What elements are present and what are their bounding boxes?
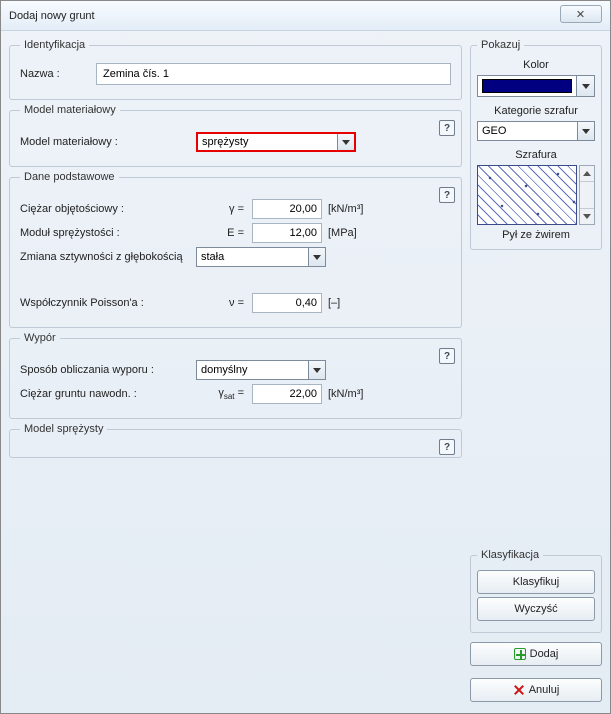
help-icon[interactable]: ? <box>439 120 455 136</box>
basic-data-group: Dane podstawowe ? Ciężar objętościowy : … <box>9 171 462 328</box>
stiffness-change-combo[interactable]: stała <box>196 247 326 267</box>
cancel-button[interactable]: Anuluj <box>470 678 602 702</box>
help-icon[interactable]: ? <box>439 348 455 364</box>
hatch-category-label: Kategorie szrafur <box>477 105 595 117</box>
basic-data-legend: Dane podstawowe <box>20 171 119 183</box>
identification-legend: Identyfikacja <box>20 39 89 51</box>
material-model-combo[interactable]: sprężysty <box>196 132 356 152</box>
sat-weight-input[interactable] <box>252 384 322 404</box>
hatch-preview[interactable] <box>477 165 577 225</box>
content-area: Identyfikacja Nazwa : Model materiałowy … <box>1 31 610 713</box>
stiffness-change-label: Zmiana sztywności z głębokością <box>20 251 190 263</box>
sat-weight-unit: [kN/m³] <box>328 388 378 400</box>
poisson-unit: [–] <box>328 297 378 309</box>
emod-input[interactable] <box>252 223 322 243</box>
unit-weight-unit: [kN/m³] <box>328 203 378 215</box>
poisson-label: Współczynnik Poisson'a : <box>20 297 190 309</box>
color-swatch <box>482 79 572 93</box>
color-combo[interactable] <box>477 75 595 97</box>
add-button[interactable]: Dodaj <box>470 642 602 666</box>
hatch-label: Szrafura <box>477 149 595 161</box>
unit-weight-input[interactable] <box>252 199 322 219</box>
classification-legend: Klasyfikacja <box>477 549 543 561</box>
uplift-group: Wypór ? Sposób obliczania wyporu : domyś… <box>9 332 462 419</box>
hatch-category-combo[interactable]: GEO <box>477 121 595 141</box>
left-panel: Identyfikacja Nazwa : Model materiałowy … <box>9 39 462 705</box>
material-model-value: sprężysty <box>198 136 354 148</box>
close-button[interactable]: ✕ <box>560 5 602 23</box>
uplift-calc-combo[interactable]: domyślny <box>196 360 326 380</box>
uplift-calc-label: Sposób obliczania wyporu : <box>20 364 190 376</box>
window-title: Dodaj nowy grunt <box>9 10 95 22</box>
classification-group: Klasyfikacja Klasyfikuj Wyczyść <box>470 549 602 633</box>
identification-group: Identyfikacja Nazwa : <box>9 39 462 100</box>
chevron-down-icon <box>577 122 594 140</box>
titlebar: Dodaj nowy grunt ✕ <box>1 1 610 31</box>
unit-weight-symbol: γ = <box>196 203 246 215</box>
sat-weight-label: Ciężar gruntu nawodn. : <box>20 388 190 400</box>
right-panel: Pokazuj Kolor Kategorie szrafur GEO Szra… <box>470 39 602 705</box>
help-icon[interactable]: ? <box>439 439 455 455</box>
color-label: Kolor <box>477 59 595 71</box>
hatch-name: Pył ze żwirem <box>477 229 595 241</box>
material-model-label: Model materiałowy : <box>20 136 190 148</box>
poisson-symbol: ν = <box>196 297 246 309</box>
material-model-legend: Model materiałowy <box>20 104 120 116</box>
uplift-legend: Wypór <box>20 332 60 344</box>
poisson-input[interactable] <box>252 293 322 313</box>
classify-button[interactable]: Klasyfikuj <box>477 570 595 594</box>
close-icon <box>513 684 525 696</box>
hatch-scrollbar[interactable] <box>579 165 595 225</box>
emod-label: Moduł sprężystości : <box>20 227 190 239</box>
name-input[interactable] <box>96 63 451 85</box>
chevron-down-icon <box>308 361 325 379</box>
name-label: Nazwa : <box>20 68 90 80</box>
hatch-preview-wrap <box>477 165 595 225</box>
chevron-down-icon <box>337 134 354 150</box>
clear-button[interactable]: Wyczyść <box>477 597 595 621</box>
elastic-model-group: Model sprężysty ? <box>9 423 462 458</box>
chevron-down-icon <box>308 248 325 266</box>
chevron-down-icon <box>576 76 594 96</box>
uplift-calc-value: domyślny <box>197 364 325 376</box>
unit-weight-label: Ciężar objętościowy : <box>20 203 190 215</box>
dialog-window: Dodaj nowy grunt ✕ Identyfikacja Nazwa :… <box>0 0 611 714</box>
show-group: Pokazuj Kolor Kategorie szrafur GEO Szra… <box>470 39 602 250</box>
help-icon[interactable]: ? <box>439 187 455 203</box>
sat-weight-symbol: γsat = <box>196 387 246 401</box>
emod-unit: [MPa] <box>328 227 378 239</box>
stiffness-change-value: stała <box>197 251 325 263</box>
emod-symbol: E = <box>196 227 246 239</box>
plus-icon <box>514 648 526 660</box>
elastic-model-legend: Model sprężysty <box>20 423 107 435</box>
scroll-down-icon[interactable] <box>580 208 594 224</box>
scroll-up-icon[interactable] <box>580 166 594 182</box>
close-icon: ✕ <box>576 8 586 21</box>
material-model-group: Model materiałowy ? Model materiałowy : … <box>9 104 462 167</box>
show-legend: Pokazuj <box>477 39 524 51</box>
